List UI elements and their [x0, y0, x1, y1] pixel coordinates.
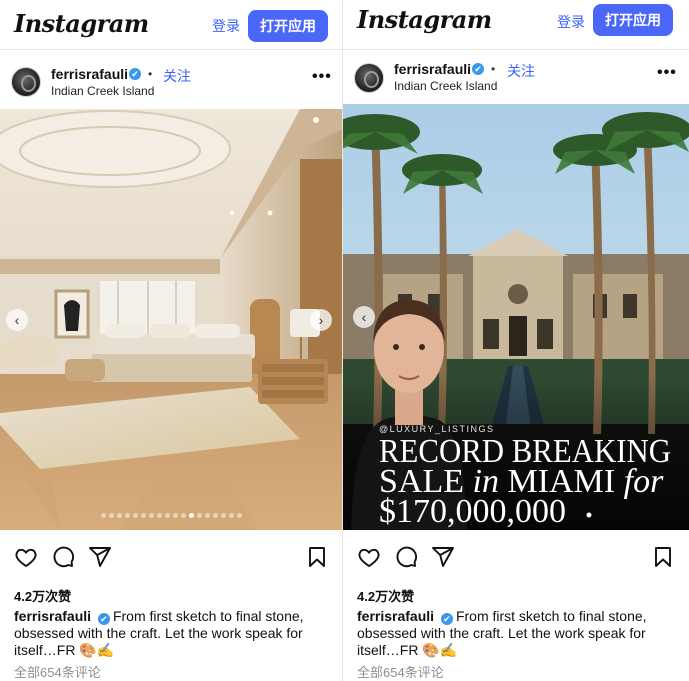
comment-icon[interactable] — [51, 545, 75, 569]
like-count[interactable]: 4.2万次赞 — [14, 586, 71, 605]
more-options-icon[interactable]: ••• — [312, 68, 332, 86]
carousel-dot — [101, 513, 106, 518]
carousel-dot — [229, 513, 234, 518]
post-location[interactable]: Indian Creek Island — [51, 84, 154, 98]
dot-separator: • — [491, 62, 496, 76]
instagram-logo[interactable]: Instagram — [14, 9, 149, 38]
carousel-dot — [165, 513, 170, 518]
carousel-dot — [149, 513, 154, 518]
carousel-dot — [173, 513, 178, 518]
carousel-dots — [0, 513, 343, 521]
dot-separator: • — [148, 67, 153, 81]
post-media[interactable]: ‹ › — [0, 109, 343, 530]
post-username[interactable]: ferrisrafauli — [394, 61, 471, 77]
post-header: ferrisrafauli ✔ • 关注 Indian Creek Island… — [0, 56, 343, 108]
carousel-dot — [197, 513, 202, 518]
carousel-next-button[interactable]: › — [310, 309, 332, 331]
post-location[interactable]: Indian Creek Island — [394, 79, 497, 93]
view-comments-link[interactable]: 全部654条评论 — [14, 662, 101, 681]
post-actions — [0, 545, 343, 575]
carousel-dot — [125, 513, 130, 518]
open-app-button[interactable]: 打开应用 — [593, 4, 673, 36]
top-bar: Instagram 登录 打开应用 — [0, 0, 343, 50]
login-link[interactable]: 登录 — [212, 16, 240, 36]
verified-badge-icon: ✔ — [97, 613, 110, 625]
post-caption: ferrisrafauli ✔ From first sketch to fina… — [357, 608, 687, 659]
more-options-icon[interactable]: ••• — [657, 64, 677, 82]
top-bar: Instagram 登录 打开应用 — [343, 0, 689, 50]
login-link[interactable]: 登录 — [557, 12, 585, 32]
carousel-dot — [181, 513, 186, 518]
verified-badge-icon: ✔ — [472, 63, 484, 75]
caption-username[interactable]: ferrisrafauli — [14, 608, 91, 624]
post-panel-left: Instagram 登录 打开应用 ferrisrafauli ✔ • 关注 I… — [0, 0, 343, 681]
carousel-dot — [213, 513, 218, 518]
carousel-dot — [141, 513, 146, 518]
post-media[interactable]: @LUXURY_LISTINGS RECORD BREAKING SALE in… — [343, 104, 689, 530]
carousel-dot — [237, 513, 242, 518]
post-username[interactable]: ferrisrafauli — [51, 66, 128, 82]
like-count[interactable]: 4.2万次赞 — [357, 586, 414, 605]
follow-button[interactable]: 关注 — [163, 66, 191, 86]
share-icon[interactable] — [88, 545, 112, 569]
carousel-dot — [109, 513, 114, 518]
bedroom-image — [0, 109, 343, 530]
avatar[interactable] — [11, 67, 41, 97]
carousel-dot — [189, 513, 194, 518]
bookmark-icon[interactable] — [305, 545, 329, 569]
carousel-dot — [221, 513, 226, 518]
follow-button[interactable]: 关注 — [507, 61, 535, 81]
view-comments-link[interactable]: 全部654条评论 — [357, 662, 444, 681]
carousel-dot — [133, 513, 138, 518]
headline-line-3: $170,000,000 — [379, 493, 566, 530]
caption-username[interactable]: ferrisrafauli — [357, 608, 434, 624]
carousel-prev-button[interactable]: ‹ — [6, 309, 28, 331]
heart-icon[interactable] — [357, 545, 381, 569]
share-icon[interactable] — [431, 545, 455, 569]
bookmark-icon[interactable] — [651, 545, 675, 569]
carousel-dot — [157, 513, 162, 518]
comment-icon[interactable] — [394, 545, 418, 569]
post-actions — [343, 545, 689, 575]
carousel-dot — [205, 513, 210, 518]
mansion-image: @LUXURY_LISTINGS RECORD BREAKING SALE in… — [343, 104, 689, 530]
verified-badge-icon: ✔ — [129, 68, 141, 80]
carousel-dot — [117, 513, 122, 518]
carousel-prev-button[interactable]: ‹ — [353, 306, 375, 328]
avatar[interactable] — [354, 63, 384, 93]
post-caption: ferrisrafauli ✔ From first sketch to fina… — [14, 608, 343, 659]
instagram-logo[interactable]: Instagram — [357, 5, 492, 34]
post-header: ferrisrafauli ✔ • 关注 Indian Creek Island… — [343, 52, 689, 104]
verified-badge-icon: ✔ — [440, 613, 453, 625]
post-panel-right: Instagram 登录 打开应用 ferrisrafauli ✔ • 关注 I… — [343, 0, 689, 681]
heart-icon[interactable] — [14, 545, 38, 569]
open-app-button[interactable]: 打开应用 — [248, 10, 328, 42]
